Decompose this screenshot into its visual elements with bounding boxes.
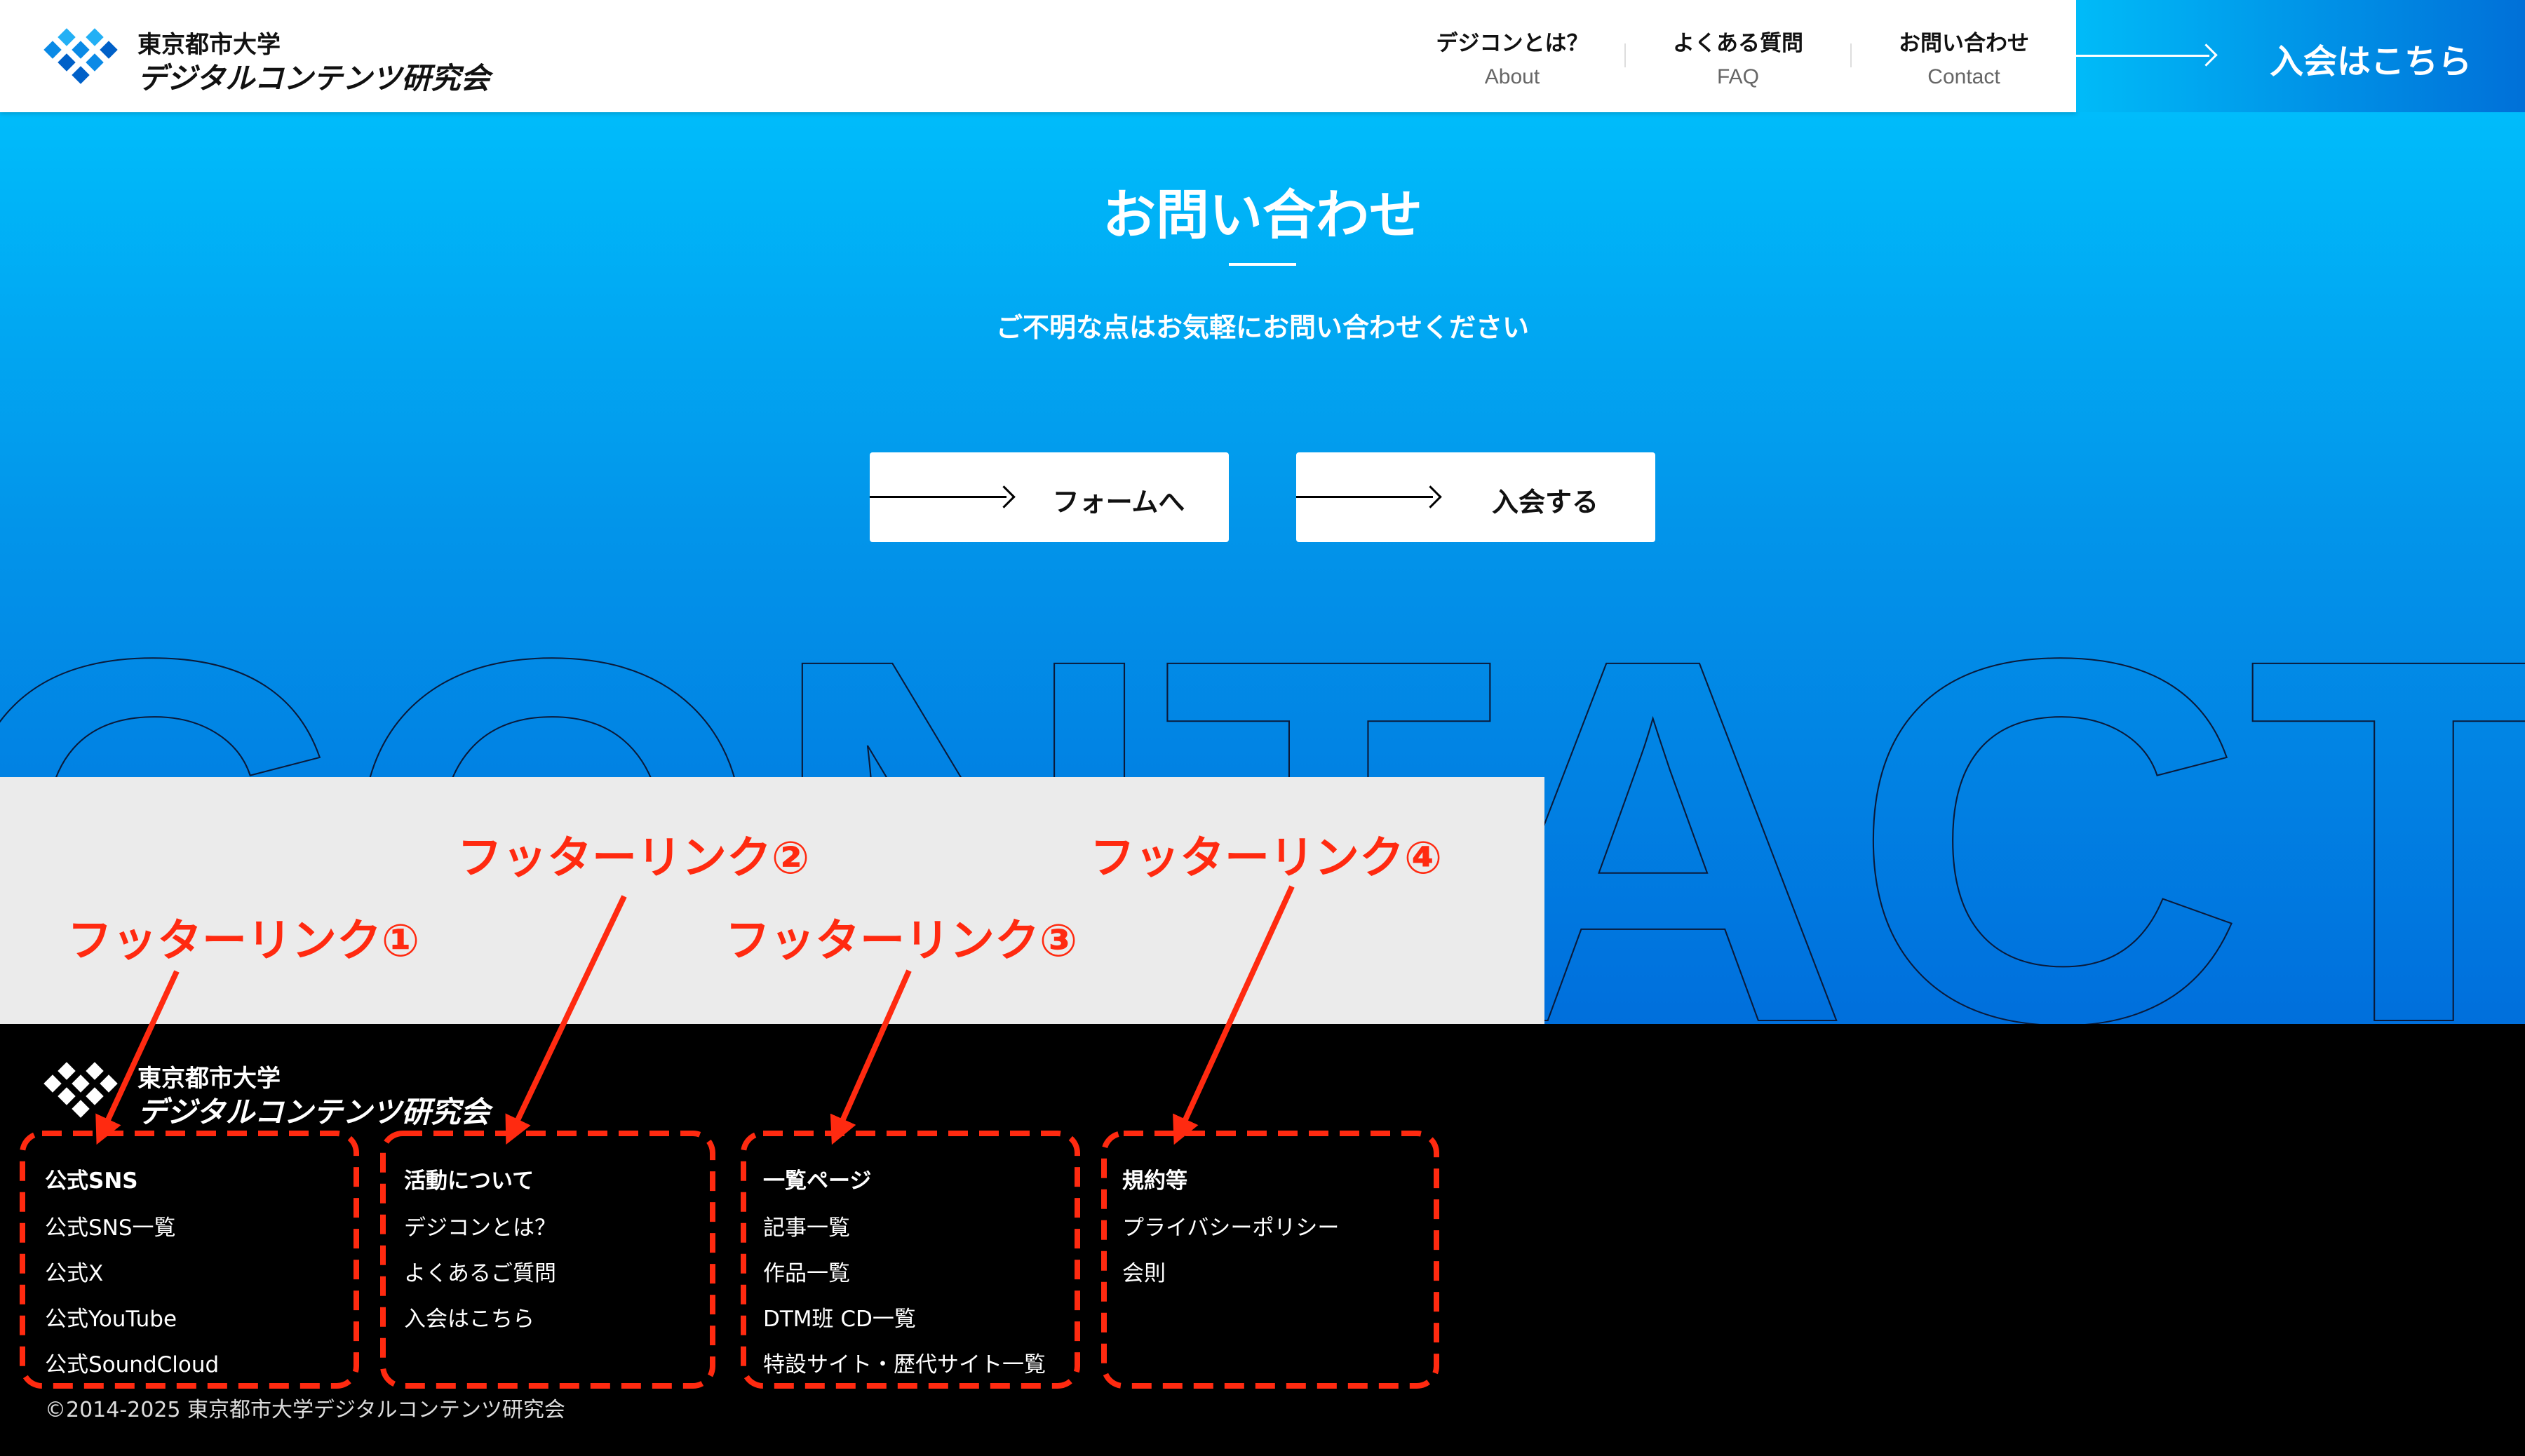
footer-link[interactable]: 公式X xyxy=(45,1255,219,1287)
footer-column-terms: 規約等 プライバシーポリシー 会則 xyxy=(1122,1163,1339,1301)
footer-link[interactable]: 作品一覧 xyxy=(763,1255,1046,1287)
footer-link[interactable]: プライバシーポリシー xyxy=(1122,1210,1339,1241)
contact-subtitle: ご不明な点はお気軽にお問い合わせください xyxy=(995,312,1529,343)
annotation-panel xyxy=(0,777,1544,1024)
footer-column-activity: 活動について デジコンとは？ よくあるご質問 入会はこちら xyxy=(404,1163,556,1347)
nav-contact-label: お問い合わせ xyxy=(1899,31,2029,56)
footer-link[interactable]: 入会はこちら xyxy=(404,1301,556,1333)
nav-about-label: デジコンとは？ xyxy=(1436,31,1589,56)
nav-item-contact[interactable]: お問い合わせ Contact xyxy=(1873,25,2055,89)
nav-faq-label: よくある質問 xyxy=(1673,31,1803,56)
footer-column-lists: 一覧ページ 記事一覧 作品一覧 DTM班 CD一覧 特設サイト・歴代サイト一覧 xyxy=(763,1163,1046,1392)
footer-link[interactable]: DTM班 CD一覧 xyxy=(763,1301,1046,1333)
nav-faq-sub: FAQ xyxy=(1716,65,1759,88)
footer-link[interactable]: 公式SNS一覧 xyxy=(45,1210,219,1241)
annotation-label-3: フッターリンク③ xyxy=(725,915,1078,967)
arrow-right-icon xyxy=(2076,55,2209,57)
footer-link[interactable]: 公式YouTube xyxy=(45,1301,219,1333)
footer-link[interactable]: よくあるご質問 xyxy=(404,1255,556,1287)
nav-contact-sub: Contact xyxy=(1927,65,2000,88)
logo-text-line2: デジタルコンテンツ研究会 xyxy=(137,61,490,95)
form-button[interactable]: フォームへ xyxy=(870,452,1229,542)
join-button-label: 入会はこちら xyxy=(2270,42,2472,81)
arrow-right-icon xyxy=(870,496,1006,498)
nav-item-about[interactable]: デジコンとは？ About xyxy=(1421,25,1603,89)
footer-column-sns: 公式SNS 公式SNS一覧 公式X 公式YouTube 公式SoundCloud xyxy=(45,1163,219,1392)
contact-title: お問い合わせ xyxy=(1103,184,1422,246)
nav-divider xyxy=(1850,43,1852,67)
nav-about-sub: About xyxy=(1484,65,1540,88)
footer-link[interactable]: 公式SoundCloud xyxy=(45,1347,219,1378)
footer-column-heading: 活動について xyxy=(404,1168,534,1194)
logo-icon[interactable] xyxy=(43,21,128,91)
footer-link[interactable]: 特設サイト・歴代サイト一覧 xyxy=(763,1347,1046,1378)
copyright: ©2014-2025 東京都市大学デジタルコンテンツ研究会 xyxy=(45,1398,565,1422)
nav-item-faq[interactable]: よくある質問 FAQ xyxy=(1647,25,1829,89)
title-divider xyxy=(1229,263,1296,266)
footer-logo-icon[interactable] xyxy=(43,1055,128,1125)
join-now-button[interactable]: 入会する xyxy=(1296,452,1655,542)
annotation-label-4: フッターリンク④ xyxy=(1090,833,1443,884)
nav-divider xyxy=(1624,43,1626,67)
footer-link[interactable]: 会則 xyxy=(1122,1255,1339,1287)
footer-column-heading: 公式SNS xyxy=(45,1168,138,1194)
annotation-label-2: フッターリンク② xyxy=(457,833,810,884)
arrow-head-icon xyxy=(1419,485,1442,508)
form-button-label: フォームへ xyxy=(1052,487,1185,518)
footer-link[interactable]: 記事一覧 xyxy=(763,1210,1046,1241)
annotation-label-1: フッターリンク① xyxy=(67,915,420,967)
arrow-head-icon xyxy=(992,485,1016,508)
footer-logo-line2: デジタルコンテンツ研究会 xyxy=(137,1095,490,1129)
footer-column-heading: 一覧ページ xyxy=(763,1168,872,1194)
footer-link[interactable]: デジコンとは？ xyxy=(404,1210,556,1241)
join-now-button-label: 入会する xyxy=(1491,487,1598,518)
arrow-right-icon xyxy=(1296,496,1433,498)
footer-column-heading: 規約等 xyxy=(1122,1168,1187,1194)
